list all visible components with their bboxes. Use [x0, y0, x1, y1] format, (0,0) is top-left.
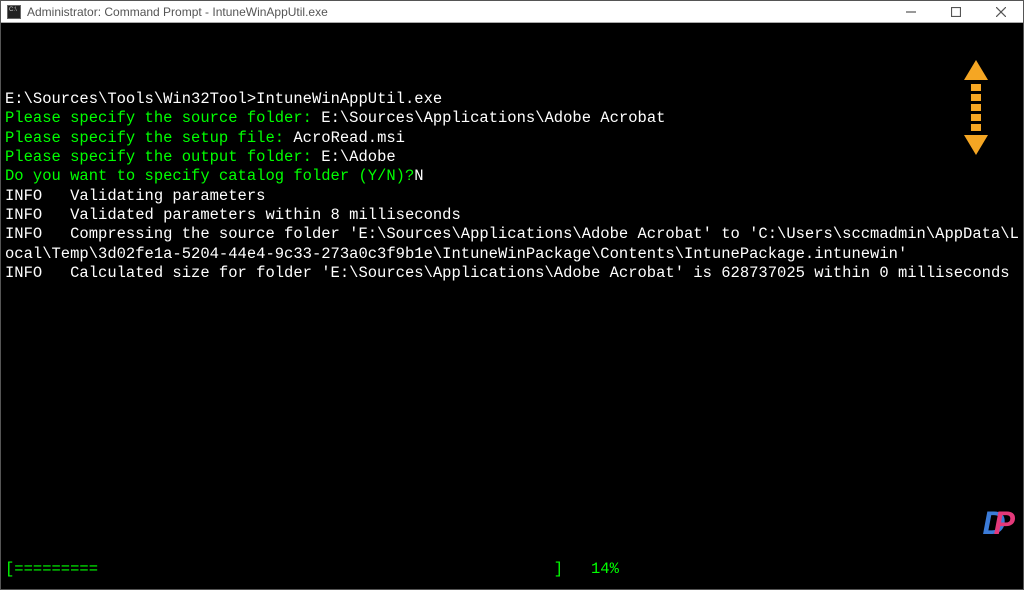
- cmd-icon: [7, 5, 21, 19]
- title-left: Administrator: Command Prompt - IntuneWi…: [1, 5, 328, 19]
- prompt-command: IntuneWinAppUtil.exe: [256, 90, 442, 108]
- title-bar[interactable]: Administrator: Command Prompt - IntuneWi…: [1, 1, 1023, 23]
- prompt-path: E:\Sources\Tools\Win32Tool>: [5, 90, 256, 108]
- watermark-p: P: [994, 505, 1015, 541]
- arrow-shaft: [971, 80, 981, 135]
- info-compressing: INFO Compressing the source folder 'E:\S…: [5, 225, 1019, 264]
- input-output-folder-line: Please specify the output folder: E:\Ado…: [5, 148, 1019, 167]
- setup-file-value: AcroRead.msi: [293, 129, 405, 147]
- annotation-arrow: [961, 61, 991, 153]
- progress-bar: [========= ] 14%: [5, 560, 619, 579]
- info-validating: INFO Validating parameters: [5, 187, 1019, 206]
- info-validated: INFO Validated parameters within 8 milli…: [5, 206, 1019, 225]
- terminal-area[interactable]: E:\Sources\Tools\Win32Tool>IntuneWinAppU…: [1, 23, 1023, 589]
- maximize-button[interactable]: [933, 1, 978, 23]
- setup-file-label: Please specify the setup file:: [5, 129, 293, 147]
- input-setup-file-line: Please specify the setup file: AcroRead.…: [5, 129, 1019, 148]
- cmd-window: Administrator: Command Prompt - IntuneWi…: [0, 0, 1024, 590]
- watermark-logo: DP: [929, 463, 1015, 583]
- output-folder-value: E:\Adobe: [321, 148, 395, 166]
- source-folder-label: Please specify the source folder:: [5, 109, 321, 127]
- window-title: Administrator: Command Prompt - IntuneWi…: [27, 5, 328, 19]
- arrow-up-icon: [964, 60, 988, 80]
- arrow-down-icon: [964, 135, 988, 155]
- info-calculated-size: INFO Calculated size for folder 'E:\Sour…: [5, 264, 1019, 283]
- catalog-yn-label: Do you want to specify catalog folder (Y…: [5, 167, 414, 185]
- input-catalog-yn-line: Do you want to specify catalog folder (Y…: [5, 167, 1019, 186]
- input-source-folder-line: Please specify the source folder: E:\Sou…: [5, 109, 1019, 128]
- catalog-yn-value: N: [414, 167, 423, 185]
- source-folder-value: E:\Sources\Applications\Adobe Acrobat: [321, 109, 665, 127]
- window-controls: [888, 1, 1023, 22]
- close-button[interactable]: [978, 1, 1023, 23]
- command-prompt-line: E:\Sources\Tools\Win32Tool>IntuneWinAppU…: [5, 90, 1019, 109]
- output-folder-label: Please specify the output folder:: [5, 148, 321, 166]
- minimize-button[interactable]: [888, 1, 933, 23]
